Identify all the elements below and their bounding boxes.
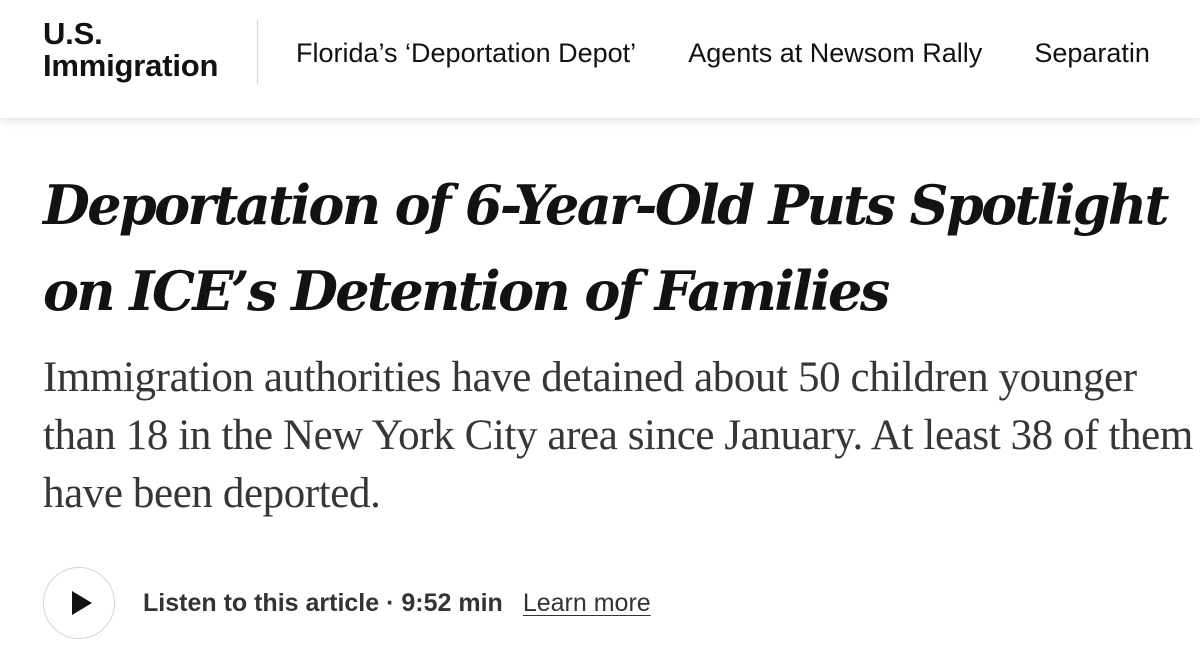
section-nav: Florida’s ‘Deportation Depot’ Agents at … <box>296 33 1200 73</box>
section-header: U.S. Immigration Florida’s ‘Deportation … <box>0 0 1200 119</box>
article-summary: Immigration authorities have detained ab… <box>43 354 1193 517</box>
article-headline: Deportation of 6-Year-Old Puts Spotlight… <box>43 173 1169 323</box>
nav-item-deportation-depot[interactable]: Florida’s ‘Deportation Depot’ <box>296 33 636 73</box>
listen-label: Listen to this article <box>143 588 380 617</box>
header-divider <box>257 20 258 84</box>
audio-label: Listen to this article · 9:52 min <box>143 589 503 618</box>
section-title-line2: Immigration <box>43 48 219 83</box>
learn-more-link[interactable]: Learn more <box>523 589 651 618</box>
play-button[interactable] <box>43 567 115 639</box>
section-title[interactable]: U.S. Immigration <box>43 18 218 82</box>
audio-duration: 9:52 min <box>401 588 503 617</box>
play-icon <box>72 591 92 615</box>
audio-separator: · <box>379 588 402 617</box>
nav-item-newsom-rally[interactable]: Agents at Newsom Rally <box>688 33 982 73</box>
audio-player: Listen to this article · 9:52 min Learn … <box>43 566 651 640</box>
nav-item-separating[interactable]: Separatin <box>1034 33 1150 73</box>
section-title-line1: U.S. <box>43 16 103 51</box>
